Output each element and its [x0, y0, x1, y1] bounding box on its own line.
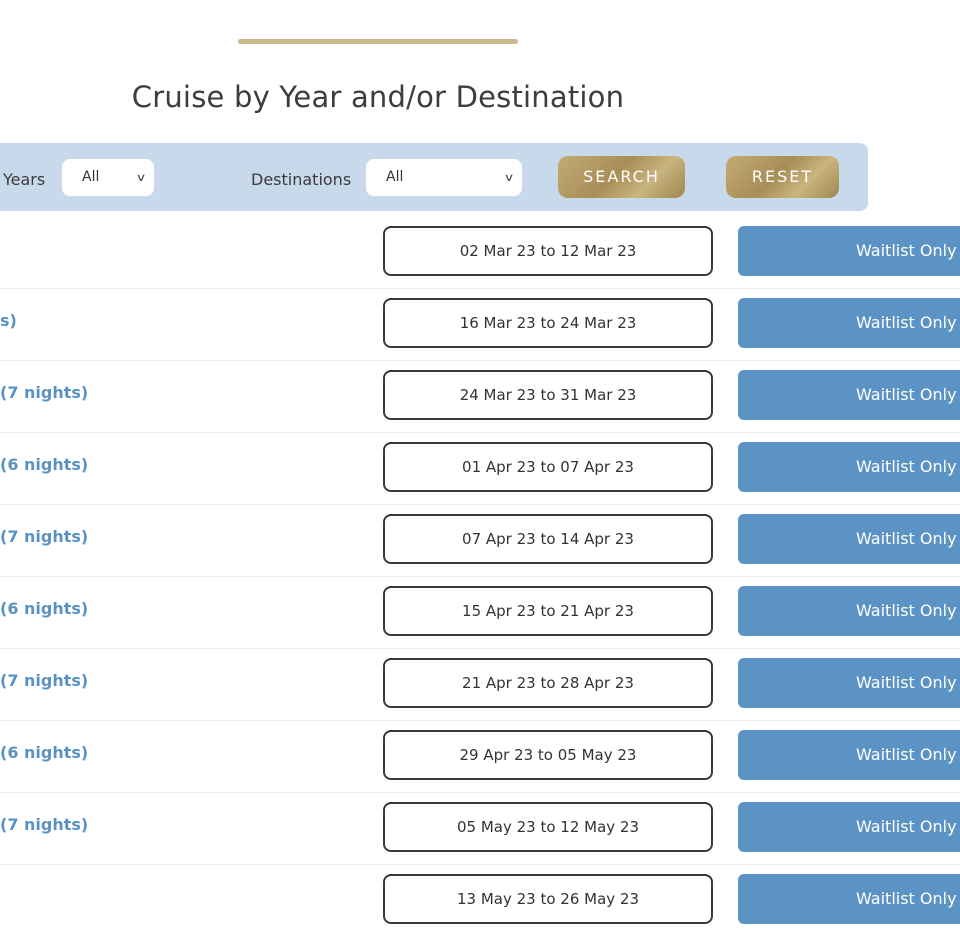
cruise-title-link[interactable]: (7 nights) [0, 815, 88, 834]
cruise-dates-button[interactable]: 05 May 23 to 12 May 23 [383, 802, 713, 852]
search-button[interactable]: SEARCH [558, 156, 685, 198]
cruise-dates-button[interactable]: 24 Mar 23 to 31 Mar 23 [383, 370, 713, 420]
cruise-title-link[interactable]: (6 nights) [0, 599, 88, 618]
destinations-select[interactable]: All ∨ [366, 159, 522, 196]
gold-divider [238, 39, 518, 44]
destinations-label: Destinations [251, 170, 352, 189]
cruise-dates-button[interactable]: 07 Apr 23 to 14 Apr 23 [383, 514, 713, 564]
waitlist-button[interactable]: Waitlist Only [738, 226, 960, 276]
cruise-row: s) 16 Mar 23 to 24 Mar 23 Waitlist Only [0, 288, 960, 360]
waitlist-button[interactable]: Waitlist Only [738, 586, 960, 636]
cruise-row: (7 nights) 21 Apr 23 to 28 Apr 23 Waitli… [0, 648, 960, 720]
cruise-row: (7 nights) 05 May 23 to 12 May 23 Waitli… [0, 792, 960, 864]
cruise-dates-button[interactable]: 15 Apr 23 to 21 Apr 23 [383, 586, 713, 636]
waitlist-button[interactable]: Waitlist Only [738, 802, 960, 852]
cruise-dates-button[interactable]: 13 May 23 to 26 May 23 [383, 874, 713, 924]
cruise-row: 02 Mar 23 to 12 Mar 23 Waitlist Only [0, 216, 960, 288]
cruise-dates-button[interactable]: 16 Mar 23 to 24 Mar 23 [383, 298, 713, 348]
waitlist-button[interactable]: Waitlist Only [738, 730, 960, 780]
cruise-row: 13 May 23 to 26 May 23 Waitlist Only [0, 864, 960, 931]
reset-button[interactable]: RESET [726, 156, 839, 198]
cruise-row: (6 nights) 01 Apr 23 to 07 Apr 23 Waitli… [0, 432, 960, 504]
cruise-row: (6 nights) 15 Apr 23 to 21 Apr 23 Waitli… [0, 576, 960, 648]
waitlist-button[interactable]: Waitlist Only [738, 370, 960, 420]
chevron-down-icon: ∨ [135, 171, 147, 184]
destinations-select-value: All [386, 169, 404, 185]
cruise-row: (6 nights) 29 Apr 23 to 05 May 23 Waitli… [0, 720, 960, 792]
cruise-title-link[interactable]: (7 nights) [0, 383, 88, 402]
waitlist-button[interactable]: Waitlist Only [738, 874, 960, 924]
waitlist-button[interactable]: Waitlist Only [738, 442, 960, 492]
cruise-title-link[interactable]: (6 nights) [0, 455, 88, 474]
cruise-dates-button[interactable]: 02 Mar 23 to 12 Mar 23 [383, 226, 713, 276]
years-label: Years [3, 170, 46, 189]
cruise-row: (7 nights) 24 Mar 23 to 31 Mar 23 Waitli… [0, 360, 960, 432]
cruise-row: (7 nights) 07 Apr 23 to 14 Apr 23 Waitli… [0, 504, 960, 576]
years-select-value: All [82, 169, 100, 185]
cruise-dates-button[interactable]: 01 Apr 23 to 07 Apr 23 [383, 442, 713, 492]
cruise-title-link[interactable]: s) [0, 311, 17, 330]
waitlist-button[interactable]: Waitlist Only [738, 658, 960, 708]
page-title: Cruise by Year and/or Destination [131, 80, 625, 114]
waitlist-button[interactable]: Waitlist Only [738, 298, 960, 348]
cruise-title-link[interactable]: (7 nights) [0, 671, 88, 690]
cruise-title-link[interactable]: (6 nights) [0, 743, 88, 762]
cruise-dates-button[interactable]: 21 Apr 23 to 28 Apr 23 [383, 658, 713, 708]
cruise-title-link[interactable]: (7 nights) [0, 527, 88, 546]
chevron-down-icon: ∨ [503, 171, 515, 184]
waitlist-button[interactable]: Waitlist Only [738, 514, 960, 564]
cruise-dates-button[interactable]: 29 Apr 23 to 05 May 23 [383, 730, 713, 780]
years-select[interactable]: All ∨ [62, 159, 154, 196]
